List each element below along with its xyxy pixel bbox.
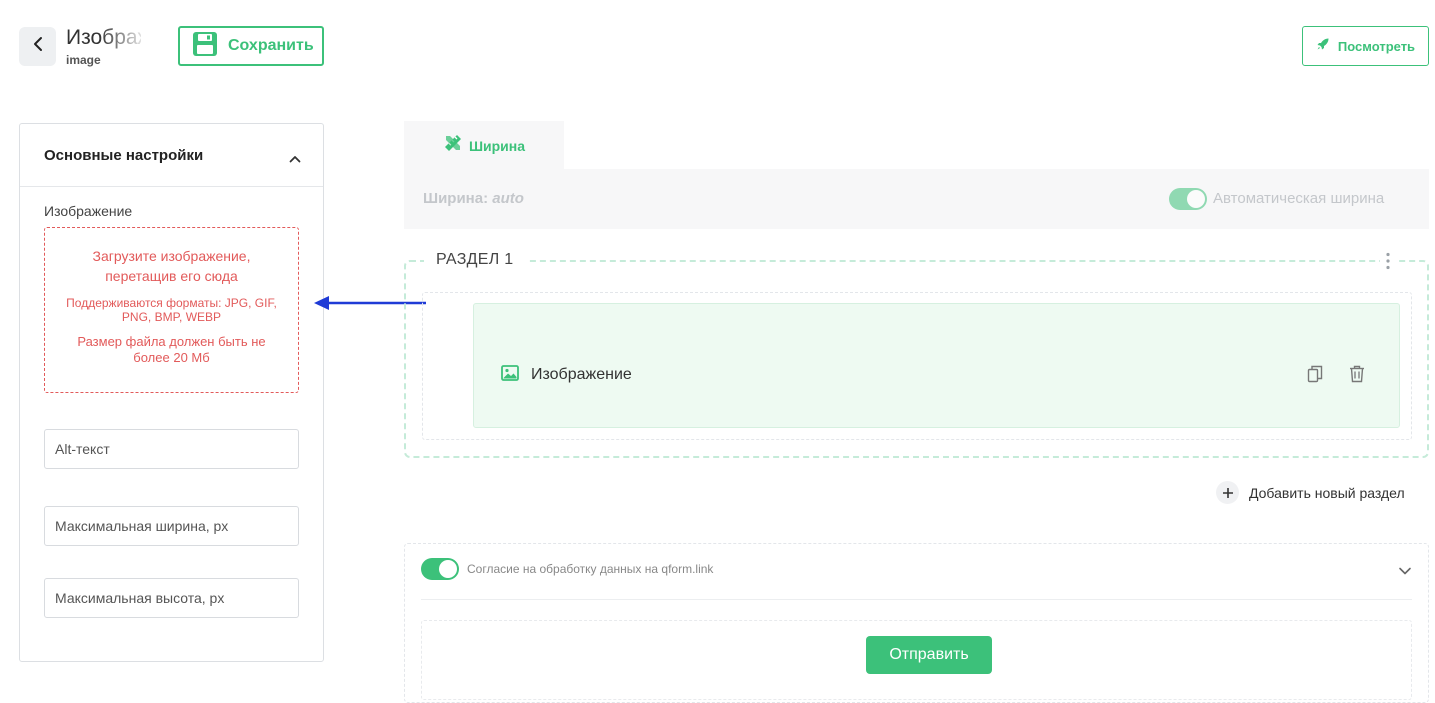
width-value-text: Ширина: auto	[423, 190, 524, 207]
plus-icon	[1216, 481, 1239, 504]
page-subtitle: image	[66, 53, 101, 67]
page-title: Изображение	[66, 26, 141, 49]
rocket-icon	[1316, 37, 1330, 56]
back-button[interactable]	[19, 27, 56, 66]
more-vertical-icon[interactable]	[1380, 250, 1396, 272]
toggle-knob	[1187, 190, 1205, 208]
floppy-disk-icon	[192, 31, 218, 62]
max-height-field	[44, 578, 299, 618]
section-title: РАЗДЕЛ 1	[424, 251, 526, 269]
ruler-pencil-icon	[443, 133, 463, 158]
max-height-input[interactable]	[45, 579, 298, 617]
alt-text-input[interactable]	[45, 430, 298, 468]
submit-button[interactable]: Отправить	[866, 636, 992, 674]
width-value: auto	[492, 190, 524, 207]
save-button-label: Сохранить	[228, 37, 314, 54]
save-button[interactable]: Сохранить	[178, 26, 324, 66]
add-section-label: Добавить новый раздел	[1249, 484, 1405, 501]
chevron-down-icon[interactable]	[1398, 563, 1412, 581]
image-dropzone[interactable]: Загрузите изображение, перетащив его сюд…	[44, 227, 299, 393]
consent-label: Согласие на обработку данных на qform.li…	[467, 562, 714, 576]
chevron-left-icon	[32, 36, 44, 57]
add-section-button[interactable]: Добавить новый раздел	[1216, 481, 1405, 504]
tab-width-label: Ширина	[468, 137, 526, 154]
settings-panel-header[interactable]: Основные настройки	[20, 124, 323, 187]
footer-divider	[421, 599, 1412, 600]
max-width-input[interactable]	[45, 507, 298, 545]
image-block-label: Изображение	[531, 366, 632, 383]
image-block[interactable]: Изображение	[473, 303, 1400, 428]
alt-text-field	[44, 429, 299, 469]
copy-icon[interactable]	[1307, 365, 1323, 388]
view-button-label: Посмотреть	[1337, 38, 1416, 54]
view-button[interactable]: Посмотреть	[1302, 26, 1429, 66]
auto-width-toggle[interactable]	[1169, 188, 1207, 210]
image-icon	[501, 365, 519, 386]
dropzone-formats-text: Поддерживаются форматы: JPG, GIF, PNG, B…	[66, 296, 277, 324]
max-width-field	[44, 506, 299, 546]
width-settings-bar: Ширина: auto Автоматическая ширина	[404, 169, 1429, 229]
dropzone-size-text: Размер файла должен быть не более 20 Мб	[77, 334, 266, 365]
auto-width-label: Автоматическая ширина	[1213, 190, 1385, 207]
image-field-label: Изображение	[44, 203, 133, 219]
toggle-knob	[439, 560, 457, 578]
page-title-wrap: Изображение	[66, 26, 141, 50]
consent-toggle[interactable]	[421, 558, 459, 580]
tab-width[interactable]: Ширина	[404, 121, 564, 170]
settings-panel: Основные настройки Изображение Загрузите…	[19, 123, 324, 662]
trash-icon[interactable]	[1349, 365, 1365, 388]
dropzone-main-text: Загрузите изображение, перетащив его сюд…	[92, 248, 251, 284]
width-label: Ширина:	[423, 190, 489, 207]
settings-panel-title: Основные настройки	[44, 146, 204, 164]
chevron-up-icon[interactable]	[289, 150, 301, 168]
